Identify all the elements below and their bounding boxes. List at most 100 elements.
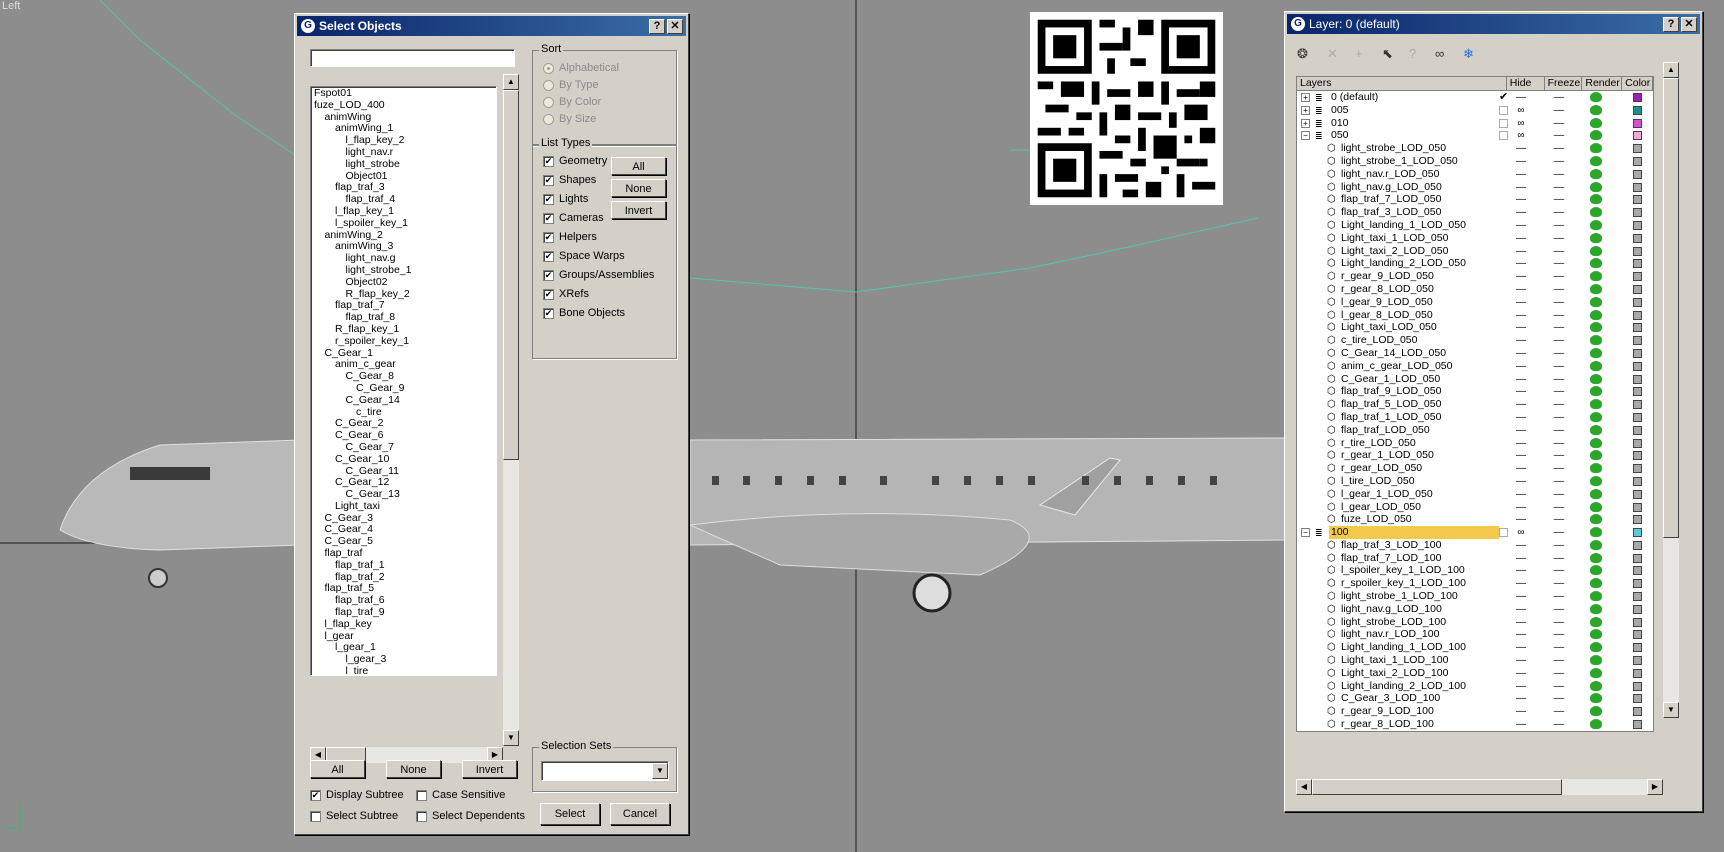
hide-toggle-icon[interactable]: —: [1514, 181, 1528, 194]
layer-object-row[interactable]: ⬡ Light_landing_1_LOD_100 — —: [1297, 641, 1653, 654]
hide-toggle-icon[interactable]: —: [1514, 449, 1528, 462]
hide-toggle-icon[interactable]: —: [1514, 641, 1528, 654]
hide-toggle-icon[interactable]: —: [1514, 309, 1528, 322]
layer-object-row[interactable]: ⬡ light_nav.r_LOD_050 — —: [1297, 168, 1653, 181]
object-color-swatch[interactable]: [1633, 374, 1642, 384]
tree-item[interactable]: R_flap_key_1: [311, 323, 496, 335]
list-type-checkbox-lights[interactable]: ✔ Lights: [543, 193, 588, 205]
object-color-swatch[interactable]: [1633, 604, 1642, 614]
layer-row[interactable]: − ≣ 050 ∞ —: [1297, 129, 1653, 142]
none-button[interactable]: None: [386, 760, 441, 778]
tree-item[interactable]: Object02: [311, 276, 496, 288]
layer-object-row[interactable]: ⬡ light_strobe_1_LOD_100 — —: [1297, 590, 1653, 603]
tree-item[interactable]: flap_traf_9: [311, 606, 496, 618]
hide-toggle-icon[interactable]: —: [1514, 91, 1528, 104]
render-teapot-icon[interactable]: [1590, 463, 1602, 474]
render-teapot-icon[interactable]: [1590, 450, 1602, 461]
scroll-up-icon[interactable]: ▲: [503, 74, 519, 90]
freeze-toggle-icon[interactable]: —: [1552, 181, 1566, 194]
layer-name[interactable]: 0 (default): [1329, 91, 1499, 104]
freeze-toggle-icon[interactable]: —: [1552, 155, 1566, 168]
render-teapot-icon[interactable]: [1590, 309, 1602, 320]
layer-vertical-scrollbar[interactable]: ▲ ▼: [1663, 62, 1679, 718]
list-types-all-button[interactable]: All: [611, 157, 666, 175]
render-teapot-icon[interactable]: [1590, 475, 1602, 486]
hide-all-icon[interactable]: ∞: [1435, 46, 1444, 61]
tree-item[interactable]: c_tire: [311, 406, 496, 418]
hide-toggle-icon[interactable]: —: [1514, 513, 1528, 526]
layer-object-row[interactable]: ⬡ l_spoiler_key_1_LOD_100 — —: [1297, 564, 1653, 577]
freeze-toggle-icon[interactable]: —: [1552, 270, 1566, 283]
freeze-toggle-icon[interactable]: —: [1552, 526, 1566, 539]
tree-item[interactable]: r_spoiler_key_1: [311, 335, 496, 347]
select-button[interactable]: Select: [540, 803, 600, 825]
object-color-swatch[interactable]: [1633, 156, 1642, 166]
help-button[interactable]: ?: [649, 18, 665, 34]
object-color-swatch[interactable]: [1633, 323, 1642, 333]
layer-object-row[interactable]: ⬡ Light_taxi_LOD_050 — —: [1297, 321, 1653, 334]
render-teapot-icon[interactable]: [1590, 667, 1602, 678]
hide-toggle-icon[interactable]: ∞: [1514, 129, 1528, 142]
layer-list[interactable]: Layers Hide Freeze Render Color + ≣ 0 (def…: [1296, 76, 1654, 732]
render-teapot-icon[interactable]: [1590, 104, 1602, 115]
hide-toggle-icon[interactable]: —: [1514, 193, 1528, 206]
scroll-thumb[interactable]: [503, 90, 519, 460]
layer-object-row[interactable]: ⬡ Light_taxi_1_LOD_100 — —: [1297, 654, 1653, 667]
tree-item[interactable]: animWing_1: [311, 122, 496, 134]
tree-item[interactable]: Light_taxi: [311, 500, 496, 512]
freeze-toggle-icon[interactable]: —: [1552, 641, 1566, 654]
object-color-swatch[interactable]: [1633, 643, 1642, 653]
render-teapot-icon[interactable]: [1590, 143, 1602, 154]
layer-object-row[interactable]: ⬡ l_tire_LOD_050 — —: [1297, 475, 1653, 488]
layer-object-row[interactable]: ⬡ c_tire_LOD_050 — —: [1297, 334, 1653, 347]
layer-object-row[interactable]: ⬡ fuze_LOD_050 — —: [1297, 513, 1653, 526]
hide-toggle-icon[interactable]: —: [1514, 475, 1528, 488]
object-color-swatch[interactable]: [1633, 579, 1642, 589]
tree-item[interactable]: flap_traf_2: [311, 571, 496, 583]
hide-toggle-icon[interactable]: —: [1514, 488, 1528, 501]
object-name[interactable]: Light_landing_1_LOD_100: [1341, 641, 1466, 654]
hide-toggle-icon[interactable]: —: [1514, 219, 1528, 232]
render-teapot-icon[interactable]: [1590, 578, 1602, 589]
hide-toggle-icon[interactable]: —: [1514, 628, 1528, 641]
freeze-toggle-icon[interactable]: —: [1552, 513, 1566, 526]
scroll-up-icon[interactable]: ▲: [1663, 62, 1679, 78]
layer-color-swatch[interactable]: [1633, 105, 1642, 115]
tree-item[interactable]: C_Gear_2: [311, 417, 496, 429]
object-name[interactable]: r_spoiler_key_1_LOD_100: [1341, 577, 1466, 590]
object-color-swatch[interactable]: [1633, 694, 1642, 704]
sort-by-type-radio[interactable]: By Type: [543, 79, 599, 91]
hide-toggle-icon[interactable]: —: [1514, 603, 1528, 616]
list-type-checkbox-geometry[interactable]: ✔ Geometry: [543, 155, 607, 167]
freeze-toggle-icon[interactable]: —: [1552, 385, 1566, 398]
freeze-toggle-icon[interactable]: —: [1552, 168, 1566, 181]
layer-row[interactable]: − ≣ 100 ∞ —: [1297, 526, 1653, 540]
layer-object-row[interactable]: ⬡ r_gear_8_LOD_050 — —: [1297, 283, 1653, 296]
object-name[interactable]: flap_traf_LOD_050: [1341, 424, 1430, 437]
object-name[interactable]: flap_traf_1_LOD_050: [1341, 411, 1441, 424]
select-subtree-checkbox[interactable]: Select Subtree: [310, 810, 398, 822]
layer-object-row[interactable]: ⬡ Light_landing_2_LOD_100 — —: [1297, 680, 1653, 693]
layer-object-row[interactable]: ⬡ l_gear_LOD_050 — —: [1297, 501, 1653, 514]
render-teapot-icon[interactable]: [1590, 655, 1602, 666]
active-layer-box[interactable]: [1499, 105, 1508, 115]
hide-toggle-icon[interactable]: —: [1514, 155, 1528, 168]
freeze-toggle-icon[interactable]: —: [1552, 296, 1566, 309]
highlight-layer-icon[interactable]: ?: [1409, 46, 1416, 61]
tree-item[interactable]: C_Gear_1: [311, 347, 496, 359]
layer-object-row[interactable]: ⬡ anim_c_gear_LOD_050 — —: [1297, 360, 1653, 373]
layer-object-row[interactable]: ⬡ C_Gear_14_LOD_050 — —: [1297, 347, 1653, 360]
expand-toggle-icon[interactable]: +: [1301, 93, 1310, 102]
object-color-swatch[interactable]: [1633, 617, 1642, 627]
layer-object-row[interactable]: ⬡ light_strobe_LOD_100 — —: [1297, 616, 1653, 629]
object-name[interactable]: c_tire_LOD_050: [1341, 334, 1417, 347]
layer-row[interactable]: + ≣ 005 ∞ —: [1297, 104, 1653, 117]
list-type-checkbox-helpers[interactable]: ✔ Helpers: [543, 231, 597, 243]
hide-toggle-icon[interactable]: ∞: [1514, 526, 1528, 539]
object-color-swatch[interactable]: [1633, 438, 1642, 448]
tree-item[interactable]: l_gear_1: [311, 641, 496, 654]
object-name[interactable]: light_strobe_LOD_050: [1341, 142, 1446, 155]
hide-toggle-icon[interactable]: —: [1514, 718, 1528, 731]
freeze-toggle-icon[interactable]: —: [1552, 309, 1566, 322]
freeze-toggle-icon[interactable]: —: [1552, 206, 1566, 219]
